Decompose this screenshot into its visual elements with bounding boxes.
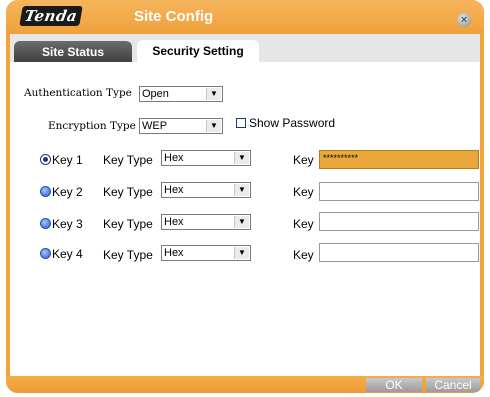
key1-key-label: Key bbox=[293, 153, 314, 167]
button-bar: OK Cancel bbox=[6, 376, 484, 393]
key1-type-value: Hex bbox=[164, 152, 184, 164]
key3-type-select[interactable]: Hex ▼ bbox=[161, 214, 251, 230]
key3-key-label: Key bbox=[293, 217, 314, 231]
tab-site-status[interactable]: Site Status bbox=[14, 41, 132, 64]
key2-radio[interactable] bbox=[40, 186, 51, 197]
authentication-type-label: Authentication Type bbox=[24, 87, 132, 99]
key4-label: Key 4 bbox=[52, 247, 83, 261]
chevron-down-icon: ▼ bbox=[234, 152, 249, 164]
key1-label: Key 1 bbox=[52, 153, 83, 167]
key3-radio[interactable] bbox=[40, 218, 51, 229]
close-icon[interactable]: × bbox=[457, 13, 471, 27]
authentication-type-value: Open bbox=[142, 88, 169, 100]
key2-type-select[interactable]: Hex ▼ bbox=[161, 182, 251, 198]
show-password-label: Show Password bbox=[249, 116, 336, 130]
key3-type-label: Key Type bbox=[103, 217, 153, 231]
key1-type-select[interactable]: Hex ▼ bbox=[161, 150, 251, 166]
key2-key-label: Key bbox=[293, 185, 314, 199]
chevron-down-icon: ▼ bbox=[206, 88, 221, 100]
cancel-button[interactable]: Cancel bbox=[426, 378, 480, 392]
key1-type-label: Key Type bbox=[103, 153, 153, 167]
key2-label: Key 2 bbox=[52, 185, 83, 199]
window-title: Site Config bbox=[134, 8, 214, 25]
key4-key-label: Key bbox=[293, 248, 314, 262]
title-bar[interactable]: Tenda Site Config × bbox=[6, 0, 484, 34]
authentication-type-select[interactable]: Open ▼ bbox=[139, 86, 223, 102]
key4-value-field[interactable] bbox=[319, 243, 479, 262]
ok-button[interactable]: OK bbox=[366, 378, 422, 392]
chevron-down-icon: ▼ bbox=[206, 120, 221, 132]
key4-radio[interactable] bbox=[40, 248, 51, 259]
encryption-type-value: WEP bbox=[142, 120, 168, 132]
tab-security-setting[interactable]: Security Setting bbox=[137, 40, 259, 64]
encryption-type-select[interactable]: WEP ▼ bbox=[139, 118, 223, 134]
tenda-logo: Tenda bbox=[19, 6, 83, 26]
key2-type-value: Hex bbox=[164, 184, 184, 196]
key3-value-field[interactable] bbox=[319, 212, 479, 231]
key3-type-value: Hex bbox=[164, 216, 184, 228]
chevron-down-icon: ▼ bbox=[234, 216, 249, 228]
key2-value-field[interactable] bbox=[319, 182, 479, 201]
key1-value-field[interactable]: ********** bbox=[319, 150, 479, 169]
key4-type-value: Hex bbox=[164, 247, 184, 259]
chevron-down-icon: ▼ bbox=[234, 184, 249, 196]
key3-label: Key 3 bbox=[52, 217, 83, 231]
key4-type-select[interactable]: Hex ▼ bbox=[161, 245, 251, 261]
key1-radio[interactable] bbox=[40, 154, 51, 165]
key2-type-label: Key Type bbox=[103, 185, 153, 199]
security-settings-panel: Authentication Type Open ▼ Encryption Ty… bbox=[10, 62, 480, 376]
show-password-checkbox[interactable] bbox=[236, 118, 246, 128]
tab-strip: Site Status Security Setting bbox=[10, 34, 480, 64]
encryption-type-label: Encryption Type bbox=[48, 120, 136, 132]
site-config-window: Tenda Site Config × Site Status Security… bbox=[6, 0, 484, 393]
key4-type-label: Key Type bbox=[103, 248, 153, 262]
chevron-down-icon: ▼ bbox=[234, 247, 249, 259]
